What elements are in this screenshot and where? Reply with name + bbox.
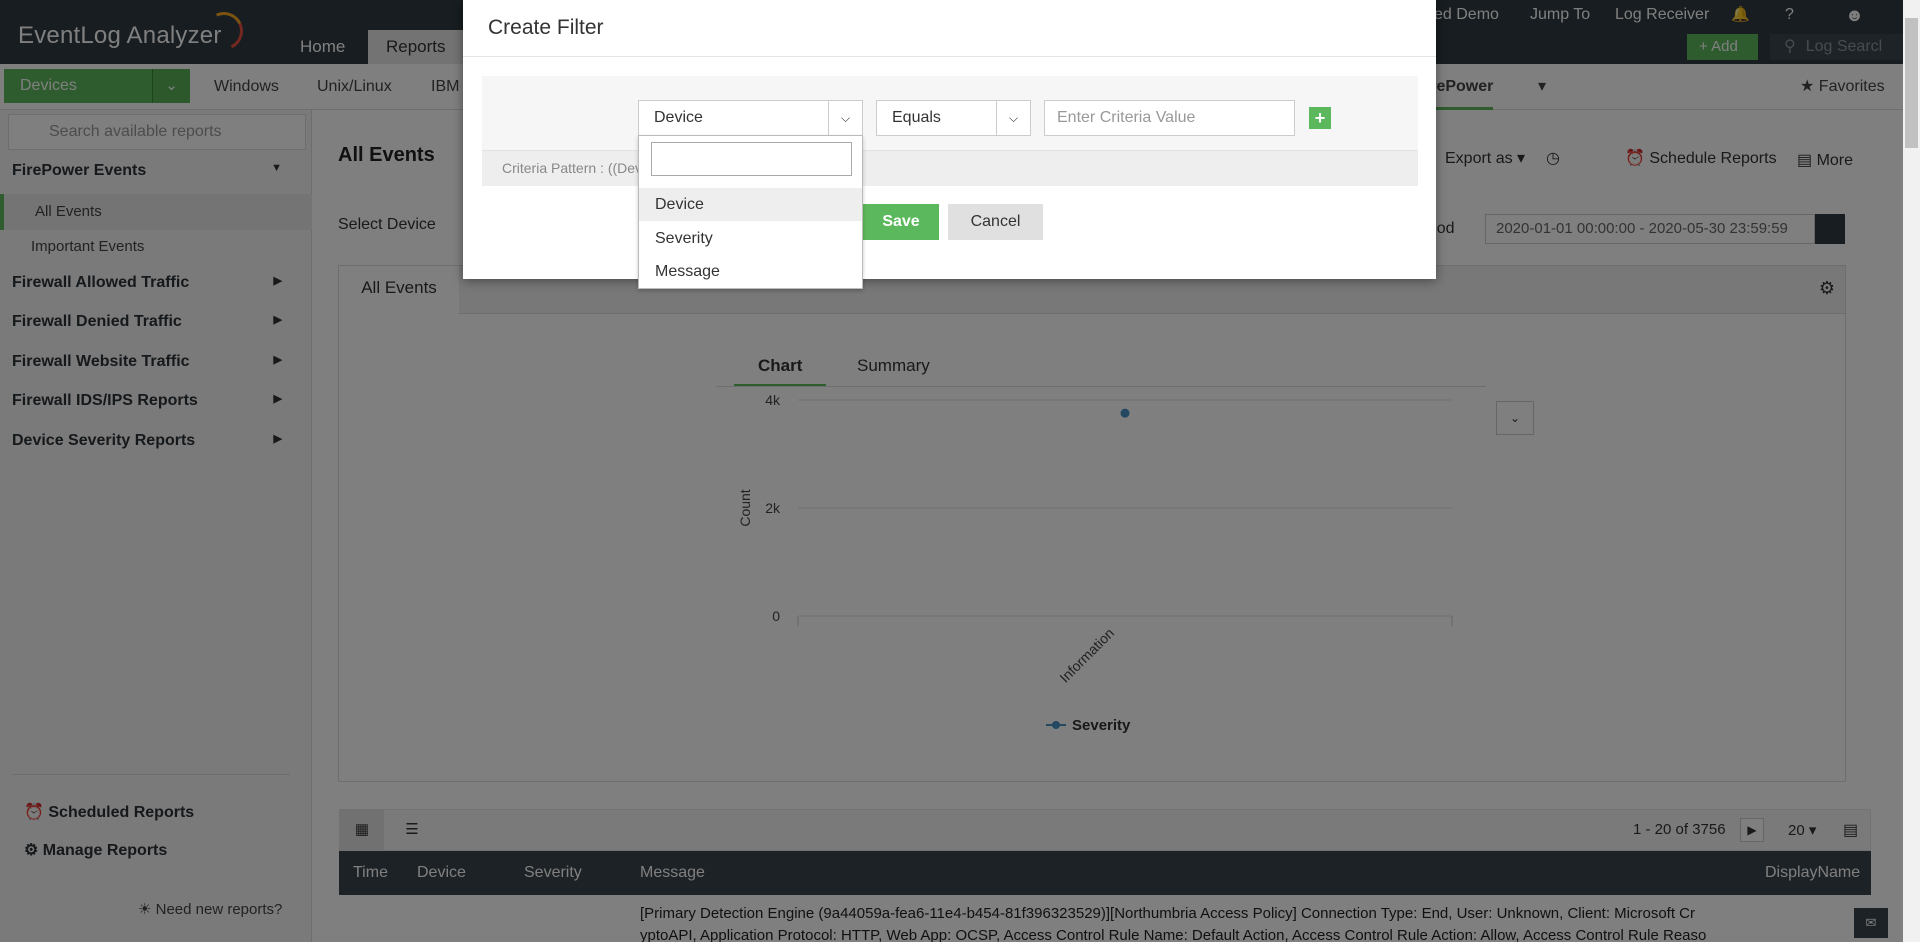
criteria-field-dropdown: Device Severity Message xyxy=(638,135,863,289)
criteria-operator-select[interactable]: Equals ⌵ xyxy=(876,100,1031,136)
criteria-field-select[interactable]: Device ⌵ xyxy=(638,100,863,136)
dropdown-option-severity[interactable]: Severity xyxy=(639,222,862,255)
dialog-title: Create Filter xyxy=(488,16,604,39)
dialog-divider xyxy=(463,56,1436,57)
chevron-down-icon[interactable]: ⌵ xyxy=(996,101,1030,135)
chevron-down-icon[interactable]: ⌵ xyxy=(828,101,862,135)
dropdown-option-message[interactable]: Message xyxy=(639,255,862,288)
save-button[interactable]: Save xyxy=(863,204,939,240)
add-criteria-button[interactable]: + xyxy=(1309,107,1331,129)
dropdown-search-input[interactable] xyxy=(651,142,852,176)
cancel-button[interactable]: Cancel xyxy=(948,204,1043,240)
scrollbar-thumb[interactable] xyxy=(1905,18,1918,148)
page: EventLog Analyzer Home Reports zed Demo … xyxy=(0,0,1920,942)
criteria-operator-value: Equals xyxy=(892,109,941,126)
criteria-pattern: Criteria Pattern : ((Dev xyxy=(482,150,1418,186)
criteria-field-value: Device xyxy=(654,109,703,126)
criteria-value-input[interactable]: Enter Criteria Value xyxy=(1044,100,1295,136)
dropdown-option-device[interactable]: Device xyxy=(639,188,862,221)
